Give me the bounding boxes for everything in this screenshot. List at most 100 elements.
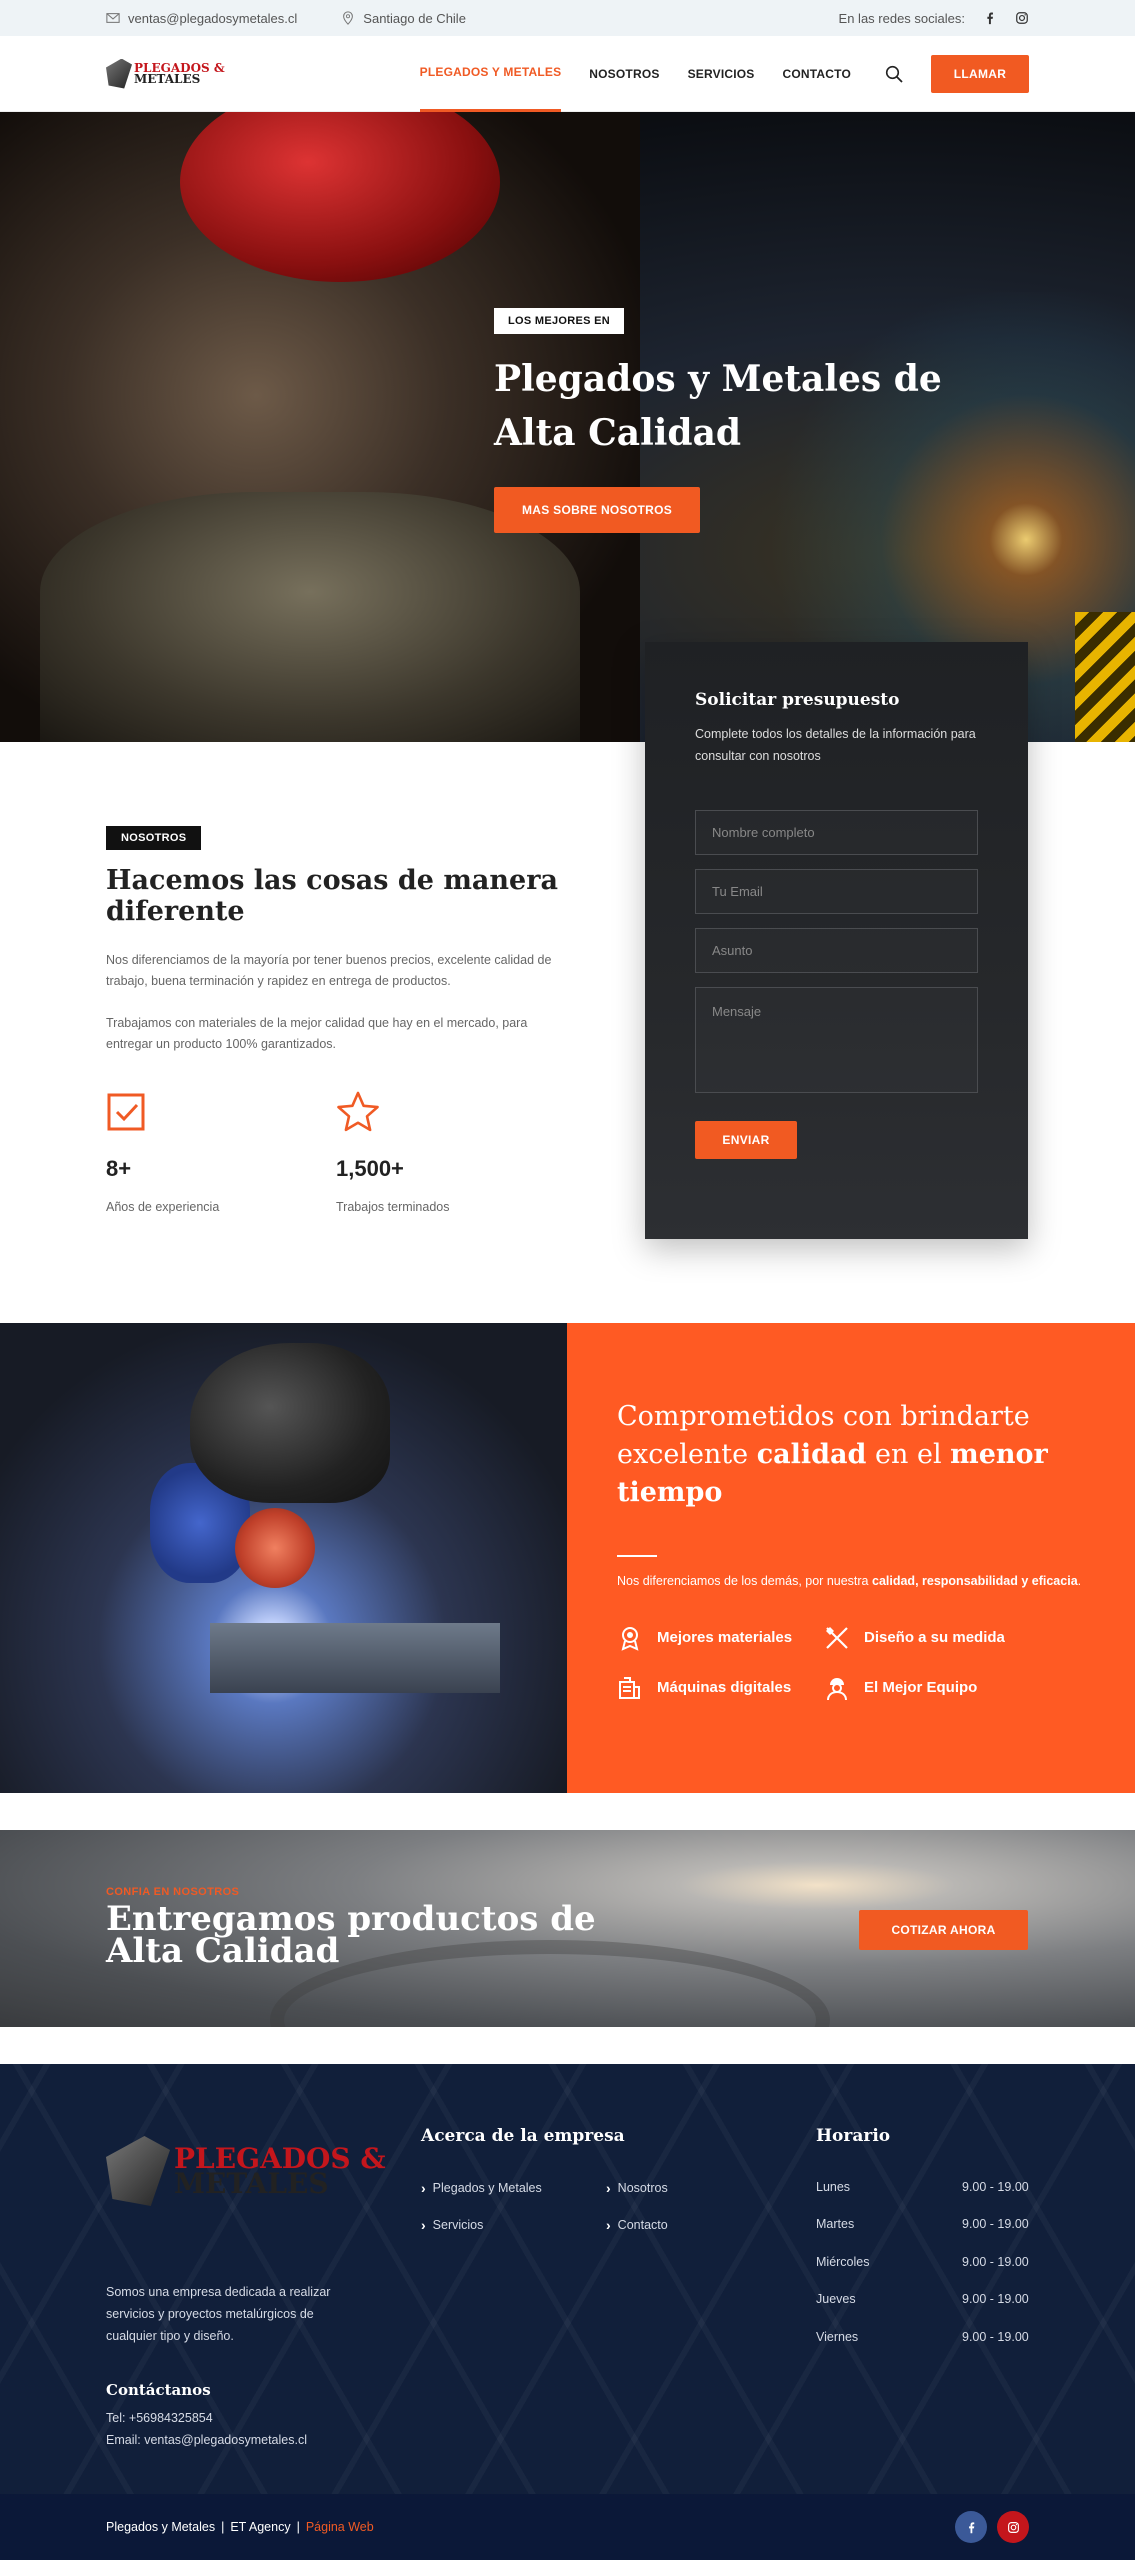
commitment-title-part: en el bbox=[866, 1438, 951, 1470]
work-table bbox=[210, 1623, 500, 1693]
welding-image bbox=[0, 1323, 567, 1793]
hours-day: Martes bbox=[816, 2217, 855, 2231]
nav-item-nosotros[interactable]: NOSOTROS bbox=[589, 36, 659, 112]
footer-link-servicios[interactable]: Servicios bbox=[421, 2217, 484, 2233]
search-icon[interactable] bbox=[885, 65, 903, 83]
about-badge: NOSOTROS bbox=[106, 826, 202, 850]
facebook-icon[interactable] bbox=[983, 11, 997, 25]
top-bar: ventas@plegadosymetales.cl Santiago de C… bbox=[0, 0, 1135, 36]
stat-jobs-label: Trabajos terminados bbox=[336, 1200, 450, 1214]
feature-item: Mejores materiales bbox=[617, 1625, 824, 1651]
hero-tag: LOS MEJORES EN bbox=[494, 308, 624, 334]
bottom-socials bbox=[955, 2511, 1029, 2543]
instagram-icon bbox=[1007, 2521, 1019, 2533]
hero-helmet bbox=[180, 112, 500, 282]
footer-logo[interactable]: PLEGADOS & METALES bbox=[106, 2136, 386, 2206]
hero-title-part: de bbox=[881, 358, 942, 400]
more-about-us-button[interactable]: MAS SOBRE NOSOTROS bbox=[494, 487, 700, 533]
machine-icon bbox=[619, 1676, 640, 1699]
topbar-email-text: ventas@plegadosymetales.cl bbox=[128, 10, 298, 26]
footer-link-label: Servicios bbox=[432, 2218, 484, 2232]
about-paragraph-2: Trabajamos con materiales de la mejor ca… bbox=[106, 1016, 528, 1052]
nav-item-plegados-y-metales[interactable]: PLEGADOS Y METALES bbox=[419, 36, 562, 112]
divider bbox=[617, 1555, 657, 1558]
feature-item: Máquinas digitales bbox=[617, 1675, 824, 1701]
footer-tel[interactable]: Tel: +56984325854 bbox=[106, 2411, 213, 2425]
topbar-location-text: Santiago de Chile bbox=[363, 10, 466, 26]
quote-now-button[interactable]: COTIZAR AHORA bbox=[859, 1910, 1028, 1950]
topbar-social-label: En las redes sociales: bbox=[838, 10, 965, 26]
logo-text: PLEGADOS & METALES bbox=[134, 62, 225, 86]
footer-email[interactable]: Email: ventas@plegadosymetales.cl bbox=[106, 2433, 307, 2447]
message-textarea[interactable]: Mensaje bbox=[695, 986, 978, 1093]
call-button[interactable]: LLAMAR bbox=[931, 54, 1029, 93]
full-name-input[interactable]: Nombre completo bbox=[695, 809, 978, 855]
cta-title-bold: Alta Calidad bbox=[106, 1931, 340, 1972]
site-logo[interactable]: PLEGADOS & METALES bbox=[106, 58, 225, 89]
design-tools-icon bbox=[826, 1626, 848, 1649]
facebook-icon bbox=[968, 2521, 974, 2533]
logo-line-2: METALES bbox=[134, 71, 201, 86]
checkbox-icon bbox=[107, 1093, 145, 1131]
stat-years-number: 8+ bbox=[106, 1156, 132, 1181]
stat-jobs-number: 1,500+ bbox=[336, 1156, 404, 1181]
send-button[interactable]: ENVIAR bbox=[695, 1120, 797, 1159]
footer-contact-heading: Contáctanos bbox=[106, 2381, 211, 2399]
hours-day: Viernes bbox=[816, 2330, 859, 2344]
page: ventas@plegadosymetales.cl Santiago de C… bbox=[0, 0, 1135, 2560]
footer-link-plegados[interactable]: Plegados y Metales bbox=[421, 2180, 542, 2196]
hero-yellow-stripes bbox=[1075, 612, 1135, 742]
footer-logo-text: PLEGADOS & METALES bbox=[174, 2144, 386, 2197]
logo-mark-icon bbox=[106, 58, 132, 89]
bottom-separator: | bbox=[221, 2520, 225, 2534]
topbar-location: Santiago de Chile bbox=[341, 11, 466, 26]
bottom-separator: | bbox=[296, 2520, 300, 2534]
commitment-panel: Comprometidos con brindarte excelente ca… bbox=[567, 1323, 1135, 1793]
quote-description: Complete todos los detalles de la inform… bbox=[695, 727, 976, 763]
feature-label: El Mejor Equipo bbox=[864, 1679, 978, 1697]
hero-title-bold: Alta Calidad bbox=[494, 412, 742, 454]
bottom-agency[interactable]: ET Agency bbox=[230, 2520, 290, 2534]
hero-title: Plegados y Metales de Alta Calidad bbox=[494, 352, 1014, 460]
footer-link-label: Plegados y Metales bbox=[432, 2181, 542, 2195]
hours-day: Miércoles bbox=[816, 2255, 870, 2269]
quote-form: Solicitar presupuesto Complete todos los… bbox=[645, 642, 1028, 1239]
map-pin-icon bbox=[343, 11, 354, 25]
hero-title-part: Plegados y bbox=[494, 358, 722, 400]
grinder-disc bbox=[235, 1508, 315, 1588]
welding-mask bbox=[190, 1343, 390, 1503]
email-input[interactable]: Tu Email bbox=[695, 868, 978, 914]
hours-day: Jueves bbox=[816, 2292, 856, 2306]
quote-title: Solicitar presupuesto bbox=[695, 690, 900, 710]
topbar-email[interactable]: ventas@plegadosymetales.cl bbox=[106, 11, 297, 26]
hours-time: 9.00 - 19.00 bbox=[962, 2330, 1029, 2344]
hours-time: 9.00 - 19.00 bbox=[962, 2292, 1029, 2306]
about-title-part: Hacemos las cosas bbox=[106, 865, 398, 896]
feature-item: Diseño a su medida bbox=[824, 1625, 1031, 1651]
footer-company-heading: Acerca de la empresa bbox=[421, 2126, 625, 2146]
award-icon bbox=[621, 1626, 639, 1651]
instagram-button[interactable] bbox=[997, 2511, 1029, 2543]
facebook-button[interactable] bbox=[955, 2511, 987, 2543]
hours-time: 9.00 - 19.00 bbox=[962, 2217, 1029, 2231]
feature-list: Mejores materiales Diseño a su medida Má… bbox=[617, 1625, 1085, 1701]
footer-link-nosotros[interactable]: Nosotros bbox=[606, 2180, 668, 2196]
cta-title: Entregamos productos de Alta Calidad bbox=[106, 1902, 666, 1972]
footer-hours-heading: Horario bbox=[816, 2126, 891, 2146]
nav-item-contacto[interactable]: CONTACTO bbox=[783, 36, 852, 112]
instagram-icon[interactable] bbox=[1015, 11, 1029, 25]
main-nav: PLEGADOS Y METALES NOSOTROS SERVICIOS CO… bbox=[392, 36, 1029, 112]
nav-item-servicios[interactable]: SERVICIOS bbox=[688, 36, 755, 112]
bottom-web-link[interactable]: Página Web bbox=[306, 2520, 374, 2534]
commitment-desc-part: . bbox=[1077, 1574, 1082, 1589]
subject-input[interactable]: Asunto bbox=[695, 927, 978, 973]
topbar-social: En las redes sociales: bbox=[839, 11, 1029, 26]
commitment-title: Comprometidos con brindarte excelente ca… bbox=[617, 1398, 1085, 1511]
hours-day: Lunes bbox=[816, 2180, 851, 2194]
feature-item: El Mejor Equipo bbox=[824, 1675, 1031, 1701]
footer-link-contacto[interactable]: Contacto bbox=[606, 2217, 668, 2233]
bottom-brand: Plegados y Metales bbox=[106, 2520, 216, 2534]
hours-time: 9.00 - 19.00 bbox=[962, 2255, 1029, 2269]
stat-years-label: Años de experiencia bbox=[106, 1200, 220, 1214]
footer-logo-mark-icon bbox=[106, 2136, 170, 2206]
